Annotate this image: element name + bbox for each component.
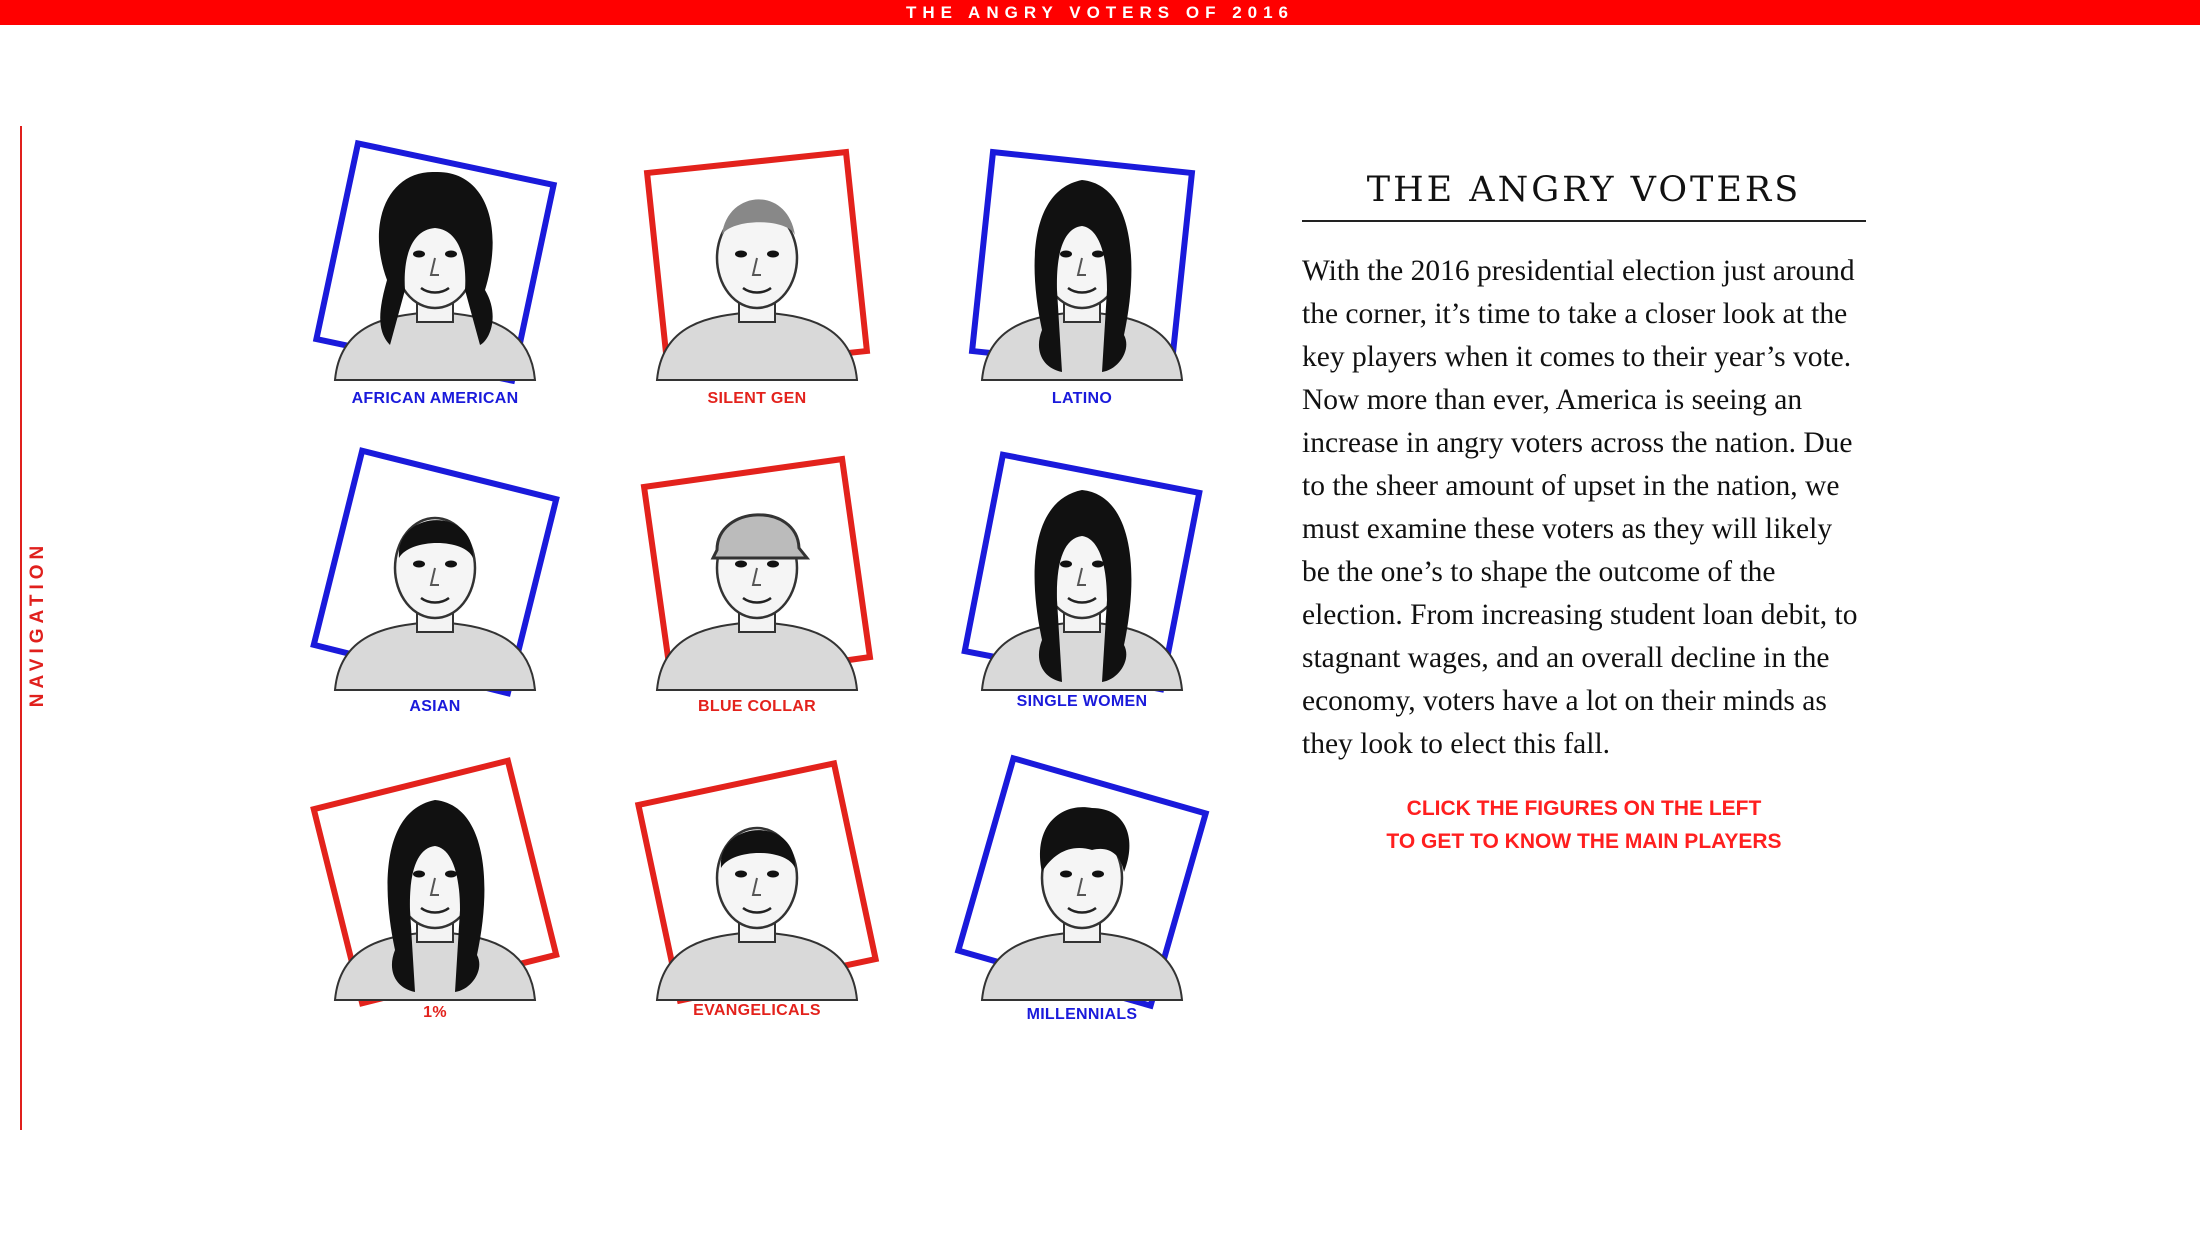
figure-caption[interactable]: AFRICAN AMERICAN — [295, 390, 575, 408]
figure-caption[interactable]: SINGLE WOMEN — [942, 693, 1222, 711]
figure-illustration — [954, 754, 1210, 1010]
figure-caption[interactable]: 1% — [295, 1004, 575, 1022]
right-eye-shape — [445, 870, 457, 878]
left-eye-shape — [735, 560, 747, 568]
voter-figure-millennials[interactable]: MILLENNIALS — [942, 754, 1222, 1060]
figure-caption[interactable]: LATINO — [942, 390, 1222, 408]
voter-figure-evangelicals[interactable]: EVANGELICALS — [617, 759, 897, 1060]
figure-illustration — [310, 447, 560, 697]
right-eye-shape — [1092, 560, 1104, 568]
intro-paragraph: With the 2016 presidential election just… — [1302, 255, 1858, 760]
left-eye-shape — [1060, 560, 1072, 568]
right-eye-shape — [767, 560, 779, 568]
figure-illustration — [968, 148, 1196, 381]
navigation-rail[interactable] — [20, 126, 22, 1130]
voter-figure-asian[interactable]: ASIAN — [295, 447, 575, 750]
figure-illustration — [643, 148, 871, 381]
voter-figure-silent-gen[interactable]: SILENT GEN — [617, 140, 897, 440]
call-to-action: CLICK THE FIGURES ON THE LEFT TO GET TO … — [1302, 792, 1866, 858]
cta-line-2: TO GET TO KNOW THE MAIN PLAYERS — [1386, 830, 1782, 853]
figure-caption[interactable]: BLUE COLLAR — [617, 698, 897, 716]
intro-panel: THE ANGRY VOTERS With the 2016 president… — [1302, 170, 1866, 858]
right-eye-shape — [1092, 250, 1104, 258]
cta-line-1: CLICK THE FIGURES ON THE LEFT — [1406, 797, 1762, 820]
figure-illustration — [312, 139, 558, 385]
voter-figure-1[interactable]: 1% — [295, 757, 575, 1060]
right-eye-shape — [445, 560, 457, 568]
voter-figure-latino[interactable]: LATINO — [942, 140, 1222, 440]
figure-caption[interactable]: EVANGELICALS — [617, 1002, 897, 1020]
left-eye-shape — [1060, 250, 1072, 258]
navigation-toggle[interactable]: NAVIGATION — [27, 541, 49, 707]
voter-figure-blue-collar[interactable]: BLUE COLLAR — [617, 450, 897, 750]
left-eye-shape — [413, 870, 425, 878]
figure-illustration — [310, 757, 560, 1007]
figure-illustration — [961, 451, 1203, 693]
right-eye-shape — [767, 870, 779, 878]
figure-caption[interactable]: ASIAN — [295, 698, 575, 716]
figure-illustration — [634, 759, 880, 1005]
figure-caption[interactable]: SILENT GEN — [617, 390, 897, 408]
intro-heading: THE ANGRY VOTERS — [1302, 170, 1866, 222]
left-eye-shape — [1060, 870, 1072, 878]
left-eye-shape — [735, 250, 747, 258]
left-eye-shape — [413, 250, 425, 258]
left-eye-shape — [413, 560, 425, 568]
right-eye-shape — [445, 250, 457, 258]
left-eye-shape — [735, 870, 747, 878]
right-eye-shape — [767, 250, 779, 258]
figure-illustration — [640, 455, 874, 691]
hair-shape — [710, 513, 811, 560]
right-eye-shape — [1092, 870, 1104, 878]
voter-figure-african-american[interactable]: AFRICAN AMERICAN — [295, 139, 575, 440]
voter-figure-single-women[interactable]: SINGLE WOMEN — [942, 450, 1222, 750]
figure-caption[interactable]: MILLENNIALS — [942, 1006, 1222, 1024]
top-banner-title: THE ANGRY VOTERS OF 2016 — [0, 0, 2200, 25]
